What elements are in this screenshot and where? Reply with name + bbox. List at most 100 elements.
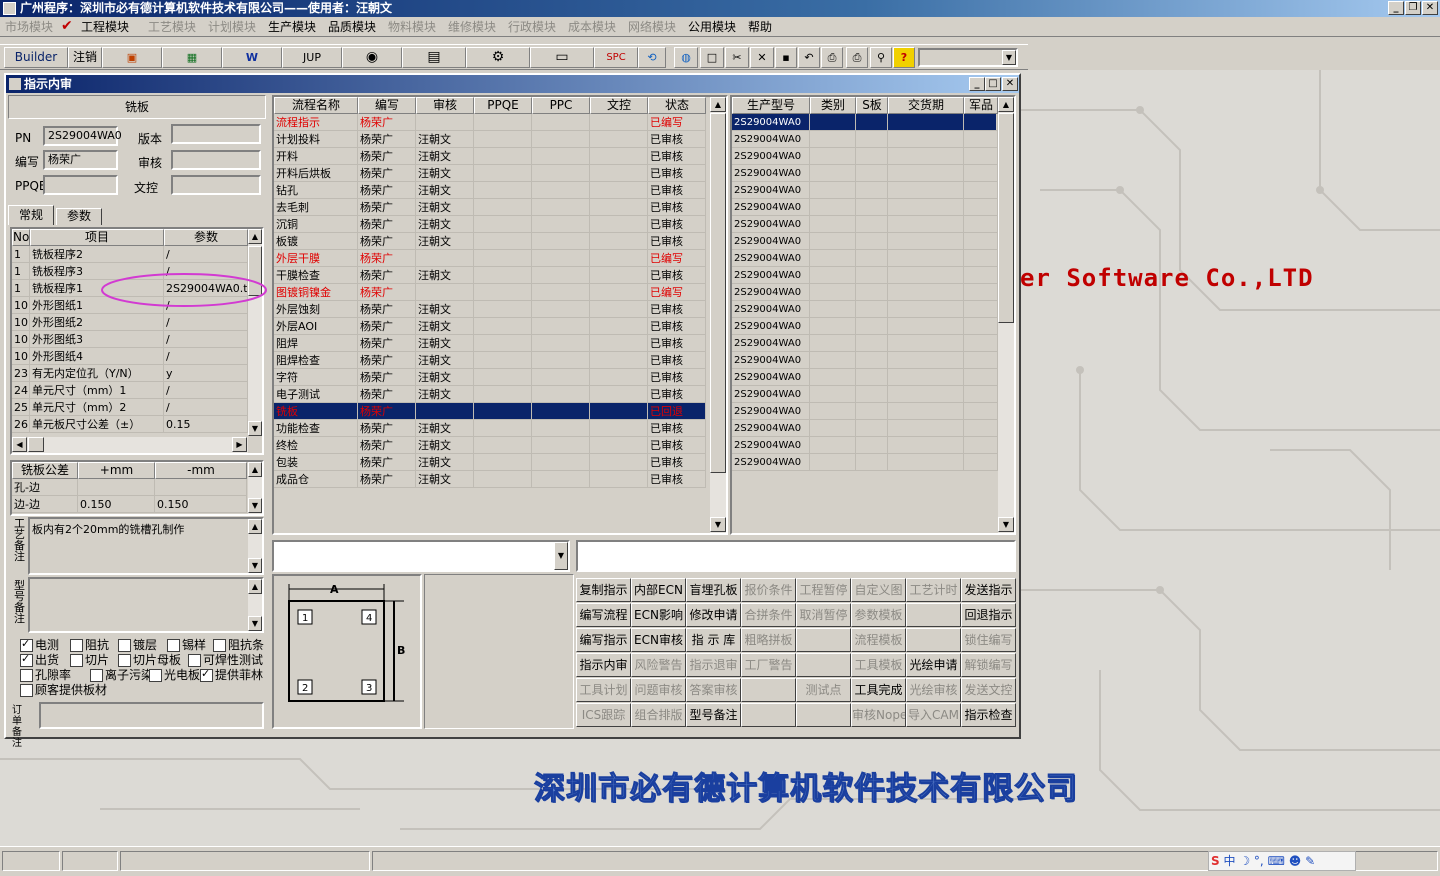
action-button[interactable]: 粗略拼板 <box>741 628 796 652</box>
table-row[interactable]: 26 单元板尺寸公差（±） 0.15 <box>12 416 248 433</box>
flow-vscroll[interactable]: ▲ ▼ <box>710 97 726 533</box>
table-row[interactable]: 1 铣板程序2/ <box>12 246 248 263</box>
scroll-down-icon[interactable]: ▼ <box>248 498 262 513</box>
flow-row[interactable]: 开料后烘板 杨荣广 汪朝文 已审核 <box>274 165 706 182</box>
flow-row[interactable]: 外层蚀刻 杨荣广 汪朝文 已审核 <box>274 301 706 318</box>
flow-row[interactable]: 外层干膜 杨荣广 已编写 <box>274 250 706 267</box>
action-button[interactable]: 工厂警告 <box>741 653 796 677</box>
tab-params[interactable]: 参数 <box>56 208 102 225</box>
powerpoint-icon[interactable]: ▣ <box>102 47 162 68</box>
action-button[interactable]: 复制指示 <box>576 578 631 602</box>
model-row[interactable]: 2S29004WA0 <box>732 233 998 250</box>
scroll-down-icon[interactable]: ▼ <box>710 517 726 532</box>
menu-engineering[interactable]: 工程模块 <box>81 19 129 35</box>
action-button[interactable]: 指 示 库 <box>686 628 741 652</box>
flow-combo[interactable]: ▼ <box>272 540 570 572</box>
network-icon[interactable]: ⚙ <box>466 47 530 68</box>
model-row[interactable]: 2S29004WA0 <box>732 148 998 165</box>
flow-row[interactable]: 流程指示 杨荣广 已编写 <box>274 114 706 131</box>
action-button[interactable] <box>906 603 961 627</box>
model-row[interactable]: 2S29004WA0 <box>732 301 998 318</box>
ppqe-field[interactable] <box>43 175 118 195</box>
flow-row[interactable]: 字符 杨荣广 汪朝文 已审核 <box>274 369 706 386</box>
flow-header[interactable]: 状态 <box>648 97 706 114</box>
spc-button[interactable]: SPC <box>594 47 638 68</box>
scroll-up-icon[interactable]: ▲ <box>998 97 1014 112</box>
jup-button[interactable]: JUP <box>282 47 342 68</box>
window-restore-button[interactable]: □ <box>985 77 1001 91</box>
action-button[interactable] <box>741 678 796 702</box>
checkbox-option[interactable]: 锡样 <box>167 638 206 652</box>
tol-vscroll[interactable]: ▲ ▼ <box>248 462 262 514</box>
action-button[interactable]: ECN影响 <box>631 603 686 627</box>
flow-row[interactable]: 沉铜 杨荣广 汪朝文 已审核 <box>274 216 706 233</box>
find-icon[interactable]: ⚲ <box>870 47 892 68</box>
model-row[interactable]: 2S29004WA0 <box>732 165 998 182</box>
action-button[interactable] <box>906 628 961 652</box>
checkbox-option[interactable]: 电测 <box>20 637 59 652</box>
model-row[interactable]: 2S29004WA0 <box>732 437 998 454</box>
eye-icon[interactable]: ◉ <box>342 47 402 68</box>
action-button[interactable]: 编写指示 <box>576 628 631 652</box>
flow-row[interactable]: 铣板 杨荣广 已回退 <box>274 403 706 420</box>
action-button[interactable]: 测试点 <box>796 678 851 702</box>
flow-header[interactable]: 审核 <box>416 97 474 114</box>
action-button[interactable] <box>796 628 851 652</box>
action-button[interactable]: 工具模板 <box>851 653 906 677</box>
flow-header[interactable]: PPQE <box>474 97 532 114</box>
order-note-field[interactable] <box>39 702 264 729</box>
flow-row[interactable]: 计划投料 杨荣广 汪朝文 已审核 <box>274 131 706 148</box>
flow-header[interactable]: 文控 <box>590 97 648 114</box>
action-button[interactable]: 回退指示 <box>961 603 1016 627</box>
action-button[interactable]: 盲埋孔板 <box>686 578 741 602</box>
flow-header[interactable]: 流程名称 <box>274 97 358 114</box>
flow-row[interactable]: 板镀 杨荣广 汪朝文 已审核 <box>274 233 706 250</box>
flow-row[interactable]: 去毛刺 杨荣广 汪朝文 已审核 <box>274 199 706 216</box>
flow-row[interactable]: 开料 杨荣广 汪朝文 已审核 <box>274 148 706 165</box>
action-button[interactable] <box>796 653 851 677</box>
save-icon[interactable]: ▪ <box>775 47 797 68</box>
tab-general[interactable]: 常规 <box>8 205 54 225</box>
review-field[interactable] <box>171 150 261 170</box>
process-note-field[interactable]: 板内有2个20mm的铣槽孔制作 ▲ ▼ <box>28 517 264 575</box>
checkbox-option[interactable]: 镀层 <box>118 638 157 652</box>
checkbox-option[interactable]: 出货 <box>20 652 59 667</box>
scroll-up-icon[interactable]: ▲ <box>248 519 262 534</box>
checkbox-option[interactable]: 可焊性测试 <box>188 653 263 667</box>
action-button[interactable]: 问题审核 <box>631 678 686 702</box>
ime-user-icon[interactable]: ☻ <box>1289 854 1302 868</box>
menu-maintenance[interactable]: 维修模块 <box>448 19 496 35</box>
menu-network[interactable]: 网络模块 <box>628 19 676 35</box>
model-row[interactable]: 2S29004WA0 <box>732 216 998 233</box>
menu-plan[interactable]: 计划模块 <box>208 19 256 35</box>
model-header[interactable]: 生产型号 <box>732 97 810 114</box>
ime-punctuation-icon[interactable]: °, <box>1254 854 1264 868</box>
model-row[interactable]: 2S29004WA0 <box>732 369 998 386</box>
action-button[interactable]: 修改申请 <box>686 603 741 627</box>
scroll-down-icon[interactable]: ▼ <box>998 517 1014 532</box>
undo-icon[interactable]: ↶ <box>798 47 820 68</box>
scroll-up-icon[interactable]: ▲ <box>248 462 262 477</box>
model-row[interactable]: 2S29004WA0 <box>732 199 998 216</box>
window-close-button[interactable]: ✕ <box>1002 77 1018 91</box>
table-row[interactable]: 10 外形图纸4/ <box>12 348 248 365</box>
database-icon[interactable]: ▤ <box>402 47 466 68</box>
action-button[interactable]: 指示退审 <box>686 653 741 677</box>
model-row[interactable]: 2S29004WA0 <box>732 250 998 267</box>
scroll-up-icon[interactable]: ▲ <box>248 229 262 244</box>
doc-control-field[interactable] <box>171 175 261 195</box>
table-row[interactable]: 25 单元尺寸（mm）2/ <box>12 399 248 416</box>
model-row[interactable]: 2S29004WA0 <box>732 454 998 471</box>
action-button[interactable]: 光绘申请 <box>906 653 961 677</box>
action-button[interactable]: 编写流程 <box>576 603 631 627</box>
scroll-up-icon[interactable]: ▲ <box>710 97 726 112</box>
flow-row[interactable]: 图镀铜镍金 杨荣广 已编写 <box>274 284 706 301</box>
action-button[interactable]: 风险警告 <box>631 653 686 677</box>
refresh-icon[interactable]: ⟲ <box>638 47 666 68</box>
action-button[interactable]: 指示内审 <box>576 653 631 677</box>
minimize-button[interactable]: _ <box>1388 1 1404 15</box>
action-button[interactable]: 指示检查 <box>961 703 1016 727</box>
checkbox-option[interactable]: 切片 <box>70 653 109 667</box>
model-row[interactable]: 2S29004WA0 <box>732 335 998 352</box>
model-row[interactable]: 2S29004WA0 <box>732 114 998 131</box>
